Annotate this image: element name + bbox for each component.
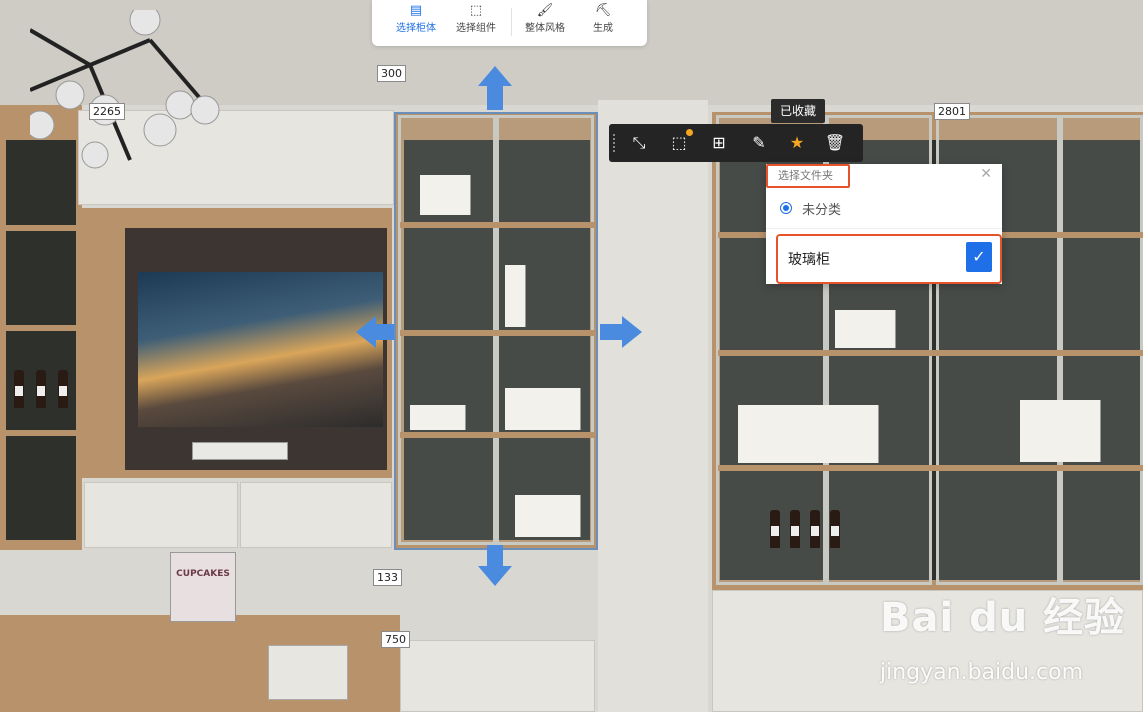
tab-overall-style[interactable]: 🖌 整体风格 [515, 0, 575, 44]
brush-icon[interactable]: ✎ [745, 129, 773, 157]
dimension-label[interactable]: 300 [377, 65, 406, 82]
cupcakes-book: CUPCAKES [170, 552, 236, 622]
tab-generate[interactable]: ⛏ 生成 [573, 0, 633, 44]
tab-label: 生成 [593, 23, 613, 34]
drag-handle-icon[interactable] [613, 134, 618, 152]
folder-name-wrapper: ✓ [776, 234, 1002, 284]
component-select-icon: ⬚ [469, 3, 483, 18]
dimension-label[interactable]: 2265 [89, 103, 125, 120]
trash-icon[interactable]: 🗑 [821, 129, 849, 157]
tab-label: 整体风格 [525, 23, 565, 34]
paint-roller-icon: 🖌 [536, 3, 554, 18]
dialog-title: 选择文件夹 [766, 164, 850, 188]
cabinet-action-toolbar: ⤡ ⬚ ⊞ ✎ ★ 🗑 [609, 124, 863, 162]
folder-option-label[interactable]: 未分类 [802, 199, 841, 218]
dimension-label[interactable]: 2801 [934, 103, 970, 120]
top-toolbar: ▤ 选择柜体 ⬚ 选择组件 🖌 整体风格 ⛏ 生成 [372, 0, 647, 46]
move-down-arrow-icon[interactable] [478, 566, 512, 586]
star-icon[interactable]: ★ [783, 129, 811, 157]
add-copy-icon[interactable]: ⊞ [705, 129, 733, 157]
tv-screen [138, 272, 383, 427]
move-right-arrow-icon[interactable] [622, 316, 642, 348]
close-icon[interactable]: ✕ [980, 166, 992, 182]
dimension-label[interactable]: 750 [381, 631, 410, 648]
folder-radio[interactable] [780, 202, 792, 214]
tab-label: 选择柜体 [396, 23, 436, 34]
resize-icon[interactable]: ⤡ [625, 129, 653, 157]
generate-icon: ⛏ [594, 3, 612, 18]
check-icon[interactable]: ✓ [966, 242, 992, 272]
tab-select-component[interactable]: ⬚ 选择组件 [446, 0, 506, 44]
tab-label: 选择组件 [456, 23, 496, 34]
folder-name-input[interactable] [788, 244, 976, 274]
socket-panel [192, 442, 288, 460]
favorited-tooltip: 已收藏 [771, 99, 825, 123]
move-left-arrow-icon[interactable] [356, 316, 376, 348]
watermark-url: jingyan.baidu.com [880, 660, 1084, 685]
notification-dot [686, 129, 693, 136]
move-up-arrow-icon[interactable] [478, 66, 512, 86]
dimension-label[interactable]: 133 [373, 569, 402, 586]
cabinet-select-icon: ▤ [409, 3, 423, 18]
select-folder-dialog: 选择文件夹 ✕ 未分类 ✓ [766, 164, 1002, 284]
tab-select-cabinet[interactable]: ▤ 选择柜体 [386, 0, 446, 44]
chandelier [25, 4, 250, 170]
baidu-logo: Bai du 经验 [880, 595, 1126, 641]
